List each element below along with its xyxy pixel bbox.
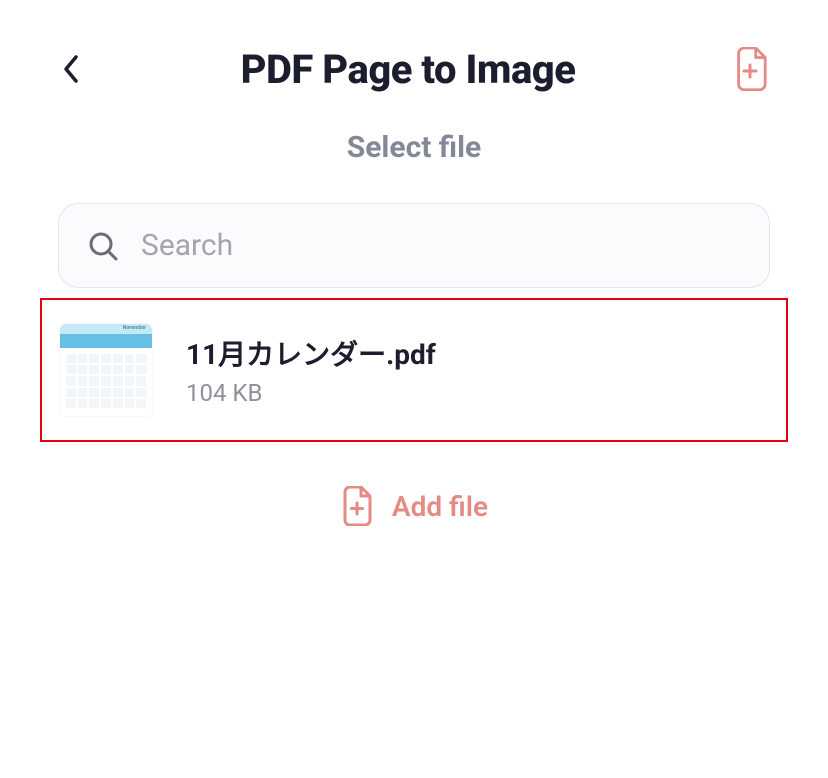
page-title: PDF Page to Image (241, 46, 576, 93)
file-plus-icon (730, 47, 770, 91)
add-file-header-button[interactable] (728, 47, 772, 91)
section-subtitle: Select file (0, 130, 828, 165)
file-name: 11月カレンダー.pdf (186, 333, 436, 373)
search-input[interactable] (141, 228, 741, 263)
add-file-label: Add file (392, 490, 488, 523)
search-icon (87, 230, 119, 262)
search-box[interactable] (58, 203, 770, 288)
chevron-left-icon (63, 54, 81, 84)
file-list: November 11月カレンダー.pdf 104 KB (40, 298, 788, 442)
add-file-button[interactable]: Add file (0, 486, 828, 526)
file-info: 11月カレンダー.pdf 104 KB (186, 333, 436, 407)
file-plus-icon (340, 486, 374, 526)
file-item[interactable]: November 11月カレンダー.pdf 104 KB (40, 298, 788, 442)
file-thumbnail: November (60, 324, 152, 416)
thumbnail-month-label: November (123, 325, 146, 331)
file-size: 104 KB (186, 379, 436, 407)
back-button[interactable] (56, 53, 88, 85)
